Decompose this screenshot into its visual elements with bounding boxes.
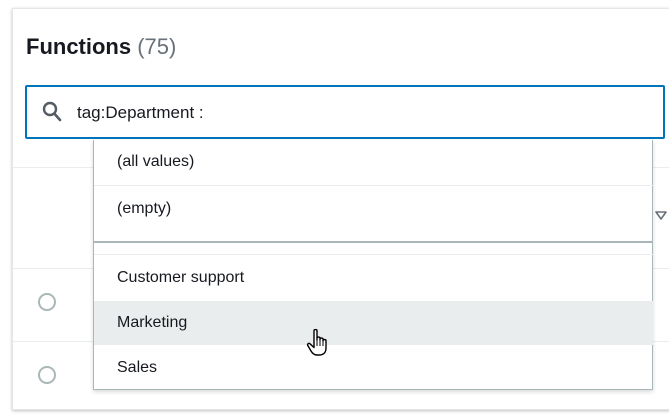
row-select-radio[interactable] <box>38 366 56 384</box>
page-title: Functions (75) <box>26 34 176 60</box>
hand-pointer-cursor-icon <box>306 328 327 356</box>
row-select-radio[interactable] <box>38 293 56 311</box>
option-empty[interactable]: (empty) <box>94 187 653 231</box>
option-divider <box>94 185 653 186</box>
option-all-values[interactable]: (all values) <box>94 140 653 184</box>
option-sales[interactable]: Sales <box>94 346 653 390</box>
page-title-text: Functions <box>26 34 132 59</box>
option-divider <box>94 254 653 255</box>
screen: Functions (75) tag:Department : (all val… <box>0 0 669 417</box>
search-icon <box>42 101 62 122</box>
sort-down-icon[interactable] <box>655 211 667 221</box>
option-customer-support[interactable]: Customer support <box>94 256 653 300</box>
functions-count: (75) <box>137 34 177 59</box>
option-group-divider <box>94 241 653 243</box>
tag-value-dropdown: (all values) (empty) Customer support Ma… <box>93 140 653 390</box>
option-marketing[interactable]: Marketing <box>94 301 653 345</box>
search-filter-input[interactable]: tag:Department : <box>25 85 665 139</box>
search-input-value[interactable]: tag:Department : <box>77 103 204 123</box>
